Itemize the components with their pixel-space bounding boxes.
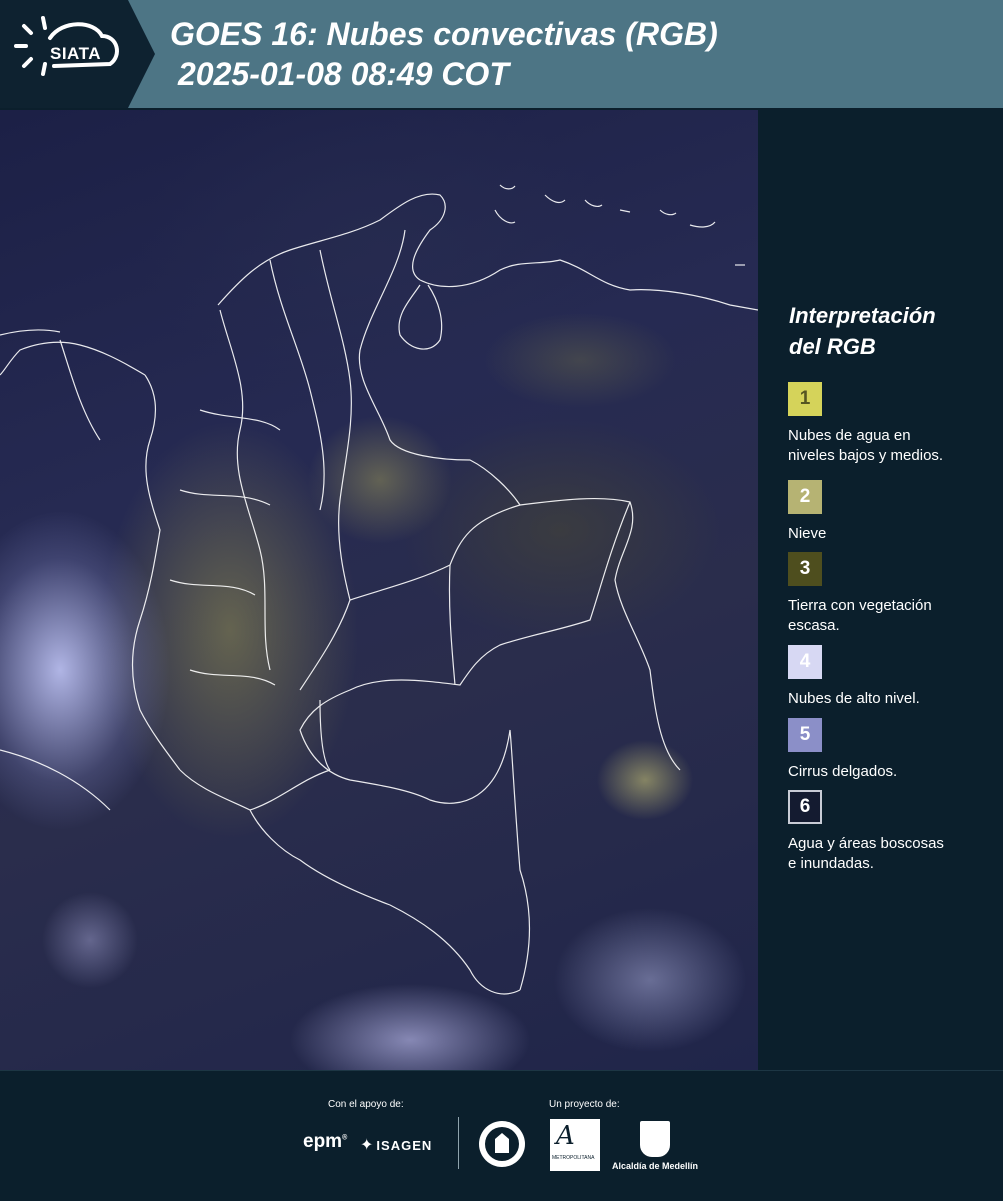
alcaldia-label: Alcaldía de Medellín xyxy=(612,1161,699,1171)
legend-item-2: 2 Nieve xyxy=(788,480,998,544)
siata-logo: SIATA xyxy=(0,0,155,108)
legend-swatch-3: 3 xyxy=(788,552,822,586)
legend-label-3-line-2: escasa. xyxy=(788,617,840,634)
legend-label-6-line-1: Agua y áreas boscosas xyxy=(788,835,944,852)
footer-divider xyxy=(458,1117,459,1169)
legend-label-4-line-1: Nubes de alto nivel. xyxy=(788,690,920,707)
header-bar: SIATA GOES 16: Nubes convectivas (RGB) 2… xyxy=(0,0,1003,108)
epm-logo-text: epm xyxy=(303,1131,343,1152)
area-glyph-icon: A xyxy=(556,1121,575,1151)
legend-label-6: Agua y áreas boscosas e inundadas. xyxy=(788,834,998,874)
area-metropolitana-logo: A METROPOLITANA xyxy=(550,1119,600,1171)
medellin-seal-icon xyxy=(479,1121,525,1167)
title-line-2-timestamp: 2025-01-08 08:49 COT xyxy=(178,56,509,92)
legend-item-4: 4 Nubes de alto nivel. xyxy=(788,645,998,709)
legend-swatch-2: 2 xyxy=(788,480,822,514)
legend-item-3: 3 Tierra con vegetación escasa. xyxy=(788,552,998,636)
legend-label-3: Tierra con vegetación escasa. xyxy=(788,596,998,636)
legend-number-6: 6 xyxy=(799,796,811,817)
legend-number-2: 2 xyxy=(799,486,811,507)
borders-overlay xyxy=(0,184,758,995)
title-line-1: GOES 16: Nubes convectivas (RGB) xyxy=(170,16,718,52)
legend-number-4: 4 xyxy=(799,651,811,672)
footer-sponsors: Con el apoyo de: Un proyecto de: epm® ✦ I… xyxy=(0,1070,1003,1201)
legend-title-line-1: Interpretación xyxy=(789,303,936,328)
legend-swatch-6: 6 xyxy=(788,790,822,824)
legend-label-2-line-1: Nieve xyxy=(788,525,827,542)
legend-label-6-line-2: e inundadas. xyxy=(788,855,874,872)
legend-label-5: Cirrus delgados. xyxy=(788,762,998,782)
alcaldia-shield-icon xyxy=(640,1121,670,1157)
support-label: Con el apoyo de: xyxy=(328,1099,404,1110)
legend-swatch-1: 1 xyxy=(788,382,822,416)
legend-label-1-line-1: Nubes de agua en xyxy=(788,427,911,444)
legend-item-6: 6 Agua y áreas boscosas e inundadas. xyxy=(788,790,998,874)
isagen-logo-text: ISAGEN xyxy=(376,1138,433,1153)
area-logo-text: METROPOLITANA xyxy=(552,1155,595,1161)
legend-label-4: Nubes de alto nivel. xyxy=(788,689,998,709)
legend-number-1: 1 xyxy=(799,388,811,409)
legend-title-line-2: del RGB xyxy=(789,334,876,359)
isagen-logo: ✦ ISAGEN xyxy=(360,1135,432,1155)
legend-item-5: 5 Cirrus delgados. xyxy=(788,718,998,782)
project-label: Un proyecto de: xyxy=(549,1099,620,1110)
legend-number-5: 5 xyxy=(799,724,811,745)
legend-title: Interpretación del RGB xyxy=(789,300,989,362)
legend-label-5-line-1: Cirrus delgados. xyxy=(788,763,898,780)
legend-label-2: Nieve xyxy=(788,524,998,544)
legend-swatch-4: 4 xyxy=(788,645,822,679)
logo-label: SIATA xyxy=(50,44,101,63)
legend-label-3-line-1: Tierra con vegetación xyxy=(788,597,932,614)
legend-label-1: Nubes de agua en niveles bajos y medios. xyxy=(788,426,998,466)
legend-swatch-5: 5 xyxy=(788,718,822,752)
page-title: GOES 16: Nubes convectivas (RGB) 2025-01… xyxy=(170,14,718,94)
legend-panel: Interpretación del RGB 1 Nubes de agua e… xyxy=(760,110,1003,1070)
satellite-image xyxy=(0,110,758,1070)
epm-logo: epm® xyxy=(303,1131,348,1152)
isagen-star-icon: ✦ xyxy=(360,1137,375,1154)
legend-number-3: 3 xyxy=(799,558,811,579)
legend-label-1-line-2: niveles bajos y medios. xyxy=(788,447,944,464)
legend-item-1: 1 Nubes de agua en niveles bajos y medio… xyxy=(788,382,998,466)
